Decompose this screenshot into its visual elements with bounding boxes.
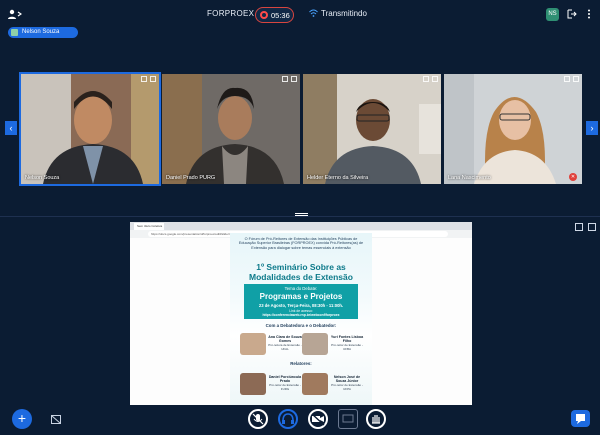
- webcam-video: [21, 74, 159, 184]
- webcam-name: Helder Eterno da Silveira: [307, 175, 369, 181]
- fullscreen-icon[interactable]: [291, 76, 297, 82]
- presenter-icon: [11, 29, 18, 36]
- debate-topic: Programas e Projetos: [259, 292, 343, 301]
- webcam-name: Nelson Souza: [25, 175, 60, 181]
- hand-icon: [372, 415, 380, 424]
- debate-label: Tema do Debate:: [284, 286, 318, 291]
- webcam-tile-4[interactable]: Lana Nascimento ✕: [444, 74, 582, 184]
- flyer-intro: O Fórum de Pró-Reitores de Extensão das …: [238, 237, 364, 250]
- debate-date: 23 de Agosto, Terça-Feira, 08:30h - 11:0…: [258, 303, 344, 308]
- rapporteur-card: Daniel Porciúncula Prado Pró-reitor de E…: [240, 373, 302, 395]
- person-role: Pró-reitor de Extensão - UFBA: [331, 343, 363, 351]
- webcam-tile-1[interactable]: Nelson Souza: [19, 72, 161, 186]
- presenter-chip[interactable]: Nelson Souza: [8, 27, 78, 38]
- moderator-card: Yuri Fontes Lisboa Filho Pró-reitor de E…: [302, 333, 364, 355]
- broadcast-label: Transmitindo: [321, 9, 367, 18]
- headphones-icon: [282, 413, 294, 424]
- video-off-icon: [311, 413, 325, 426]
- broadcast-icon: [309, 9, 318, 17]
- user-avatar[interactable]: NS: [546, 8, 559, 21]
- moderator-card: Ana Clara de Souza Gomes Pró-reitora de …: [240, 333, 302, 355]
- users-list-icon[interactable]: [8, 8, 22, 20]
- actions-button[interactable]: +: [12, 409, 32, 429]
- webcam-name: Lana Nascimento: [448, 175, 491, 181]
- person-role: Pró-reitor de Extensão - UFPA: [331, 383, 363, 391]
- person-role: Pró-reitor de Extensão - FURG: [269, 383, 301, 391]
- top-bar: FORPROEX 05:36 Transmitindo NS: [0, 0, 600, 28]
- rapporteur-photo: [240, 373, 266, 395]
- webcam-tile-2[interactable]: Daniel Prado PURG: [162, 74, 300, 184]
- webcam-tile-3[interactable]: Helder Eterno da Silveira: [303, 74, 441, 184]
- moderators-title: Com a Debatedora e o Debatedor:: [265, 323, 337, 328]
- moderator-photo: [302, 333, 328, 355]
- leave-icon[interactable]: [567, 9, 577, 19]
- person-name: Daniel Porciúncula Prado: [268, 375, 302, 383]
- fullscreen-icon[interactable]: [573, 76, 579, 82]
- plus-icon: +: [17, 410, 27, 426]
- debate-box: Tema do Debate: Programas e Projetos 23 …: [244, 284, 358, 319]
- minimize-share-icon[interactable]: [575, 223, 583, 231]
- person-name: Nelson José de Souza Júnior: [333, 375, 361, 383]
- webcam-video: [303, 74, 441, 184]
- audio-button[interactable]: [278, 409, 298, 429]
- pin-icon[interactable]: [564, 76, 570, 82]
- person-name: Yuri Fontes Lisboa Filho: [330, 335, 364, 343]
- rapporteur-card: Nelson José de Souza Júnior Pró-reitor d…: [302, 373, 364, 395]
- video-button[interactable]: [308, 409, 328, 429]
- screenshare-button[interactable]: [338, 409, 358, 429]
- pin-icon[interactable]: [141, 76, 147, 82]
- pin-icon[interactable]: [282, 76, 288, 82]
- presenter-name: Nelson Souza: [22, 29, 60, 35]
- flyer-heading-line2: Modalidades de Extensão: [249, 271, 353, 282]
- fullscreen-icon[interactable]: [432, 76, 438, 82]
- resize-handle[interactable]: [295, 213, 308, 216]
- user-initials: NS: [548, 11, 557, 17]
- fullscreen-icon[interactable]: [150, 76, 156, 82]
- person-name: Ana Clara de Souza Gomes: [268, 335, 302, 343]
- next-page-button[interactable]: ›: [586, 121, 598, 135]
- rapporteur-photo: [302, 373, 328, 395]
- person-role: Pró-reitora de Extensão - UFAL: [268, 343, 302, 351]
- access-link: https://conferenciaweb.rnp.br/webconf/fo…: [262, 313, 340, 317]
- flyer-heading: 1º Seminário Sobre as Modalidades de Ext…: [234, 262, 368, 282]
- seminar-flyer: O Fórum de Pró-Reitores de Extensão das …: [230, 233, 372, 405]
- meeting-title: FORPROEX: [207, 9, 255, 18]
- muted-mic-icon: [252, 413, 264, 425]
- webcam-video: [444, 74, 582, 184]
- fullscreen-share-icon[interactable]: [588, 223, 596, 231]
- mute-button[interactable]: [248, 409, 268, 429]
- browser-tab-bar: Sem título Coletiva: [130, 222, 472, 230]
- chat-icon: [576, 414, 585, 424]
- prev-page-button[interactable]: ‹: [5, 121, 17, 135]
- browser-tab[interactable]: Sem título Coletiva: [134, 223, 164, 230]
- raise-hand-button[interactable]: [366, 409, 386, 429]
- moderator-photo: [240, 333, 266, 355]
- layout-divider: [0, 216, 600, 217]
- chat-button[interactable]: [571, 410, 590, 427]
- rapporteurs-title: Relatores:: [290, 361, 312, 366]
- more-options-icon[interactable]: [584, 9, 594, 19]
- hide-presentation-icon[interactable]: [51, 415, 61, 424]
- screen-share-icon: [342, 414, 354, 423]
- recording-indicator[interactable]: 05:36: [255, 7, 294, 23]
- muted-mic-icon: ✕: [569, 173, 577, 181]
- flyer-heading-line1: 1º Seminário Sobre as: [256, 262, 346, 272]
- recording-time: 05:36: [271, 11, 290, 20]
- webcam-name: Daniel Prado PURG: [166, 175, 216, 181]
- pin-icon[interactable]: [423, 76, 429, 82]
- record-icon: [260, 11, 268, 19]
- webcam-video: [162, 74, 300, 184]
